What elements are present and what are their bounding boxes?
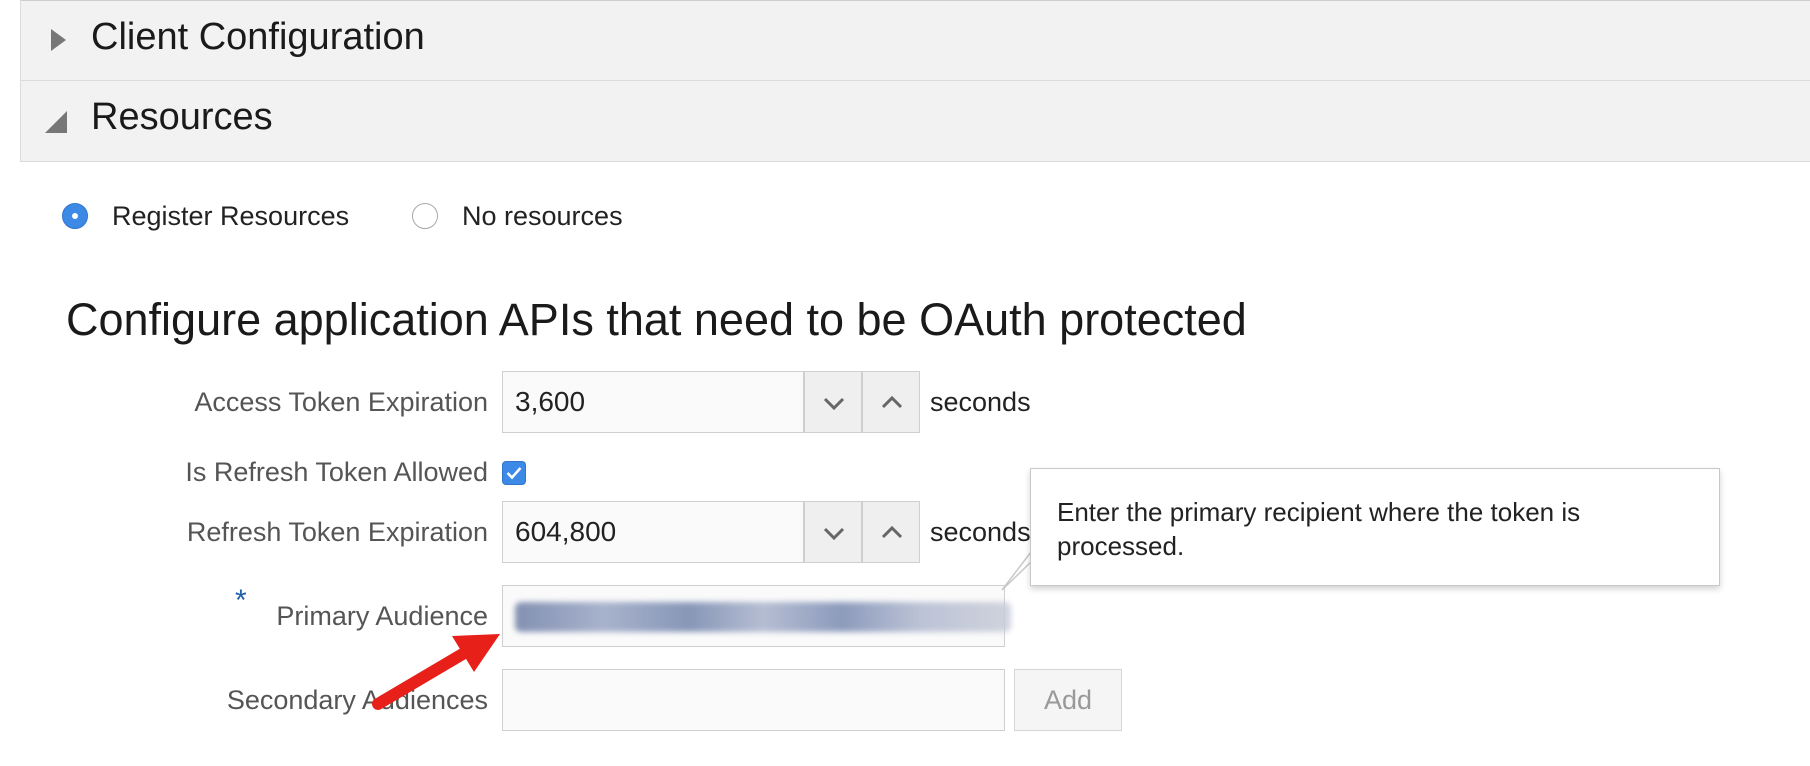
chevron-up-icon (881, 395, 903, 409)
accordion-title-resources: Resources (91, 96, 273, 138)
refresh-token-allowed-checkbox[interactable] (502, 461, 526, 485)
radio-checked-icon[interactable] (62, 203, 88, 229)
required-marker: * (235, 584, 247, 617)
triangle-collapse-icon (45, 111, 67, 133)
blurred-url-value (515, 602, 1011, 632)
accordion-resources[interactable]: Resources (20, 80, 1810, 162)
accordion-title-client-configuration: Client Configuration (91, 16, 425, 58)
add-secondary-audience-button[interactable]: Add (1014, 669, 1122, 731)
chevron-up-icon (881, 525, 903, 539)
access-token-increment-button[interactable] (862, 371, 920, 433)
section-heading: Configure application APIs that need to … (66, 294, 1247, 345)
chevron-down-icon (823, 397, 845, 411)
radio-label-no-resources: No resources (462, 201, 623, 231)
radio-register-resources[interactable]: Register Resources (62, 198, 382, 238)
tooltip-text: Enter the primary recipient where the to… (1057, 497, 1581, 561)
refresh-token-expiration-input[interactable] (502, 501, 804, 563)
refresh-token-decrement-button[interactable] (804, 501, 862, 563)
triangle-right-icon (51, 29, 66, 51)
red-arrow-icon (372, 634, 500, 710)
secondary-audiences-input[interactable] (502, 669, 1005, 731)
accordion-client-configuration[interactable]: Client Configuration (20, 0, 1810, 80)
page: Client Configuration Resources Register … (0, 0, 1810, 766)
radio-label-register-resources: Register Resources (112, 201, 350, 231)
access-token-expiration-input[interactable] (502, 371, 804, 433)
access-token-expiration-row: seconds (0, 371, 1810, 433)
checkmark-icon (506, 467, 522, 480)
primary-audience-input[interactable] (502, 585, 1011, 647)
chevron-down-icon (823, 527, 845, 541)
radio-unchecked-icon[interactable] (412, 203, 438, 229)
refresh-token-increment-button[interactable] (862, 501, 920, 563)
access-token-decrement-button[interactable] (804, 371, 862, 433)
refresh-token-unit-label: seconds (930, 517, 1031, 547)
help-tooltip: Enter the primary recipient where the to… (1030, 468, 1720, 586)
access-token-unit-label: seconds (930, 387, 1031, 417)
refresh-token-allowed-label: Is Refresh Token Allowed (185, 457, 488, 487)
radio-no-resources[interactable]: No resources (412, 198, 672, 238)
